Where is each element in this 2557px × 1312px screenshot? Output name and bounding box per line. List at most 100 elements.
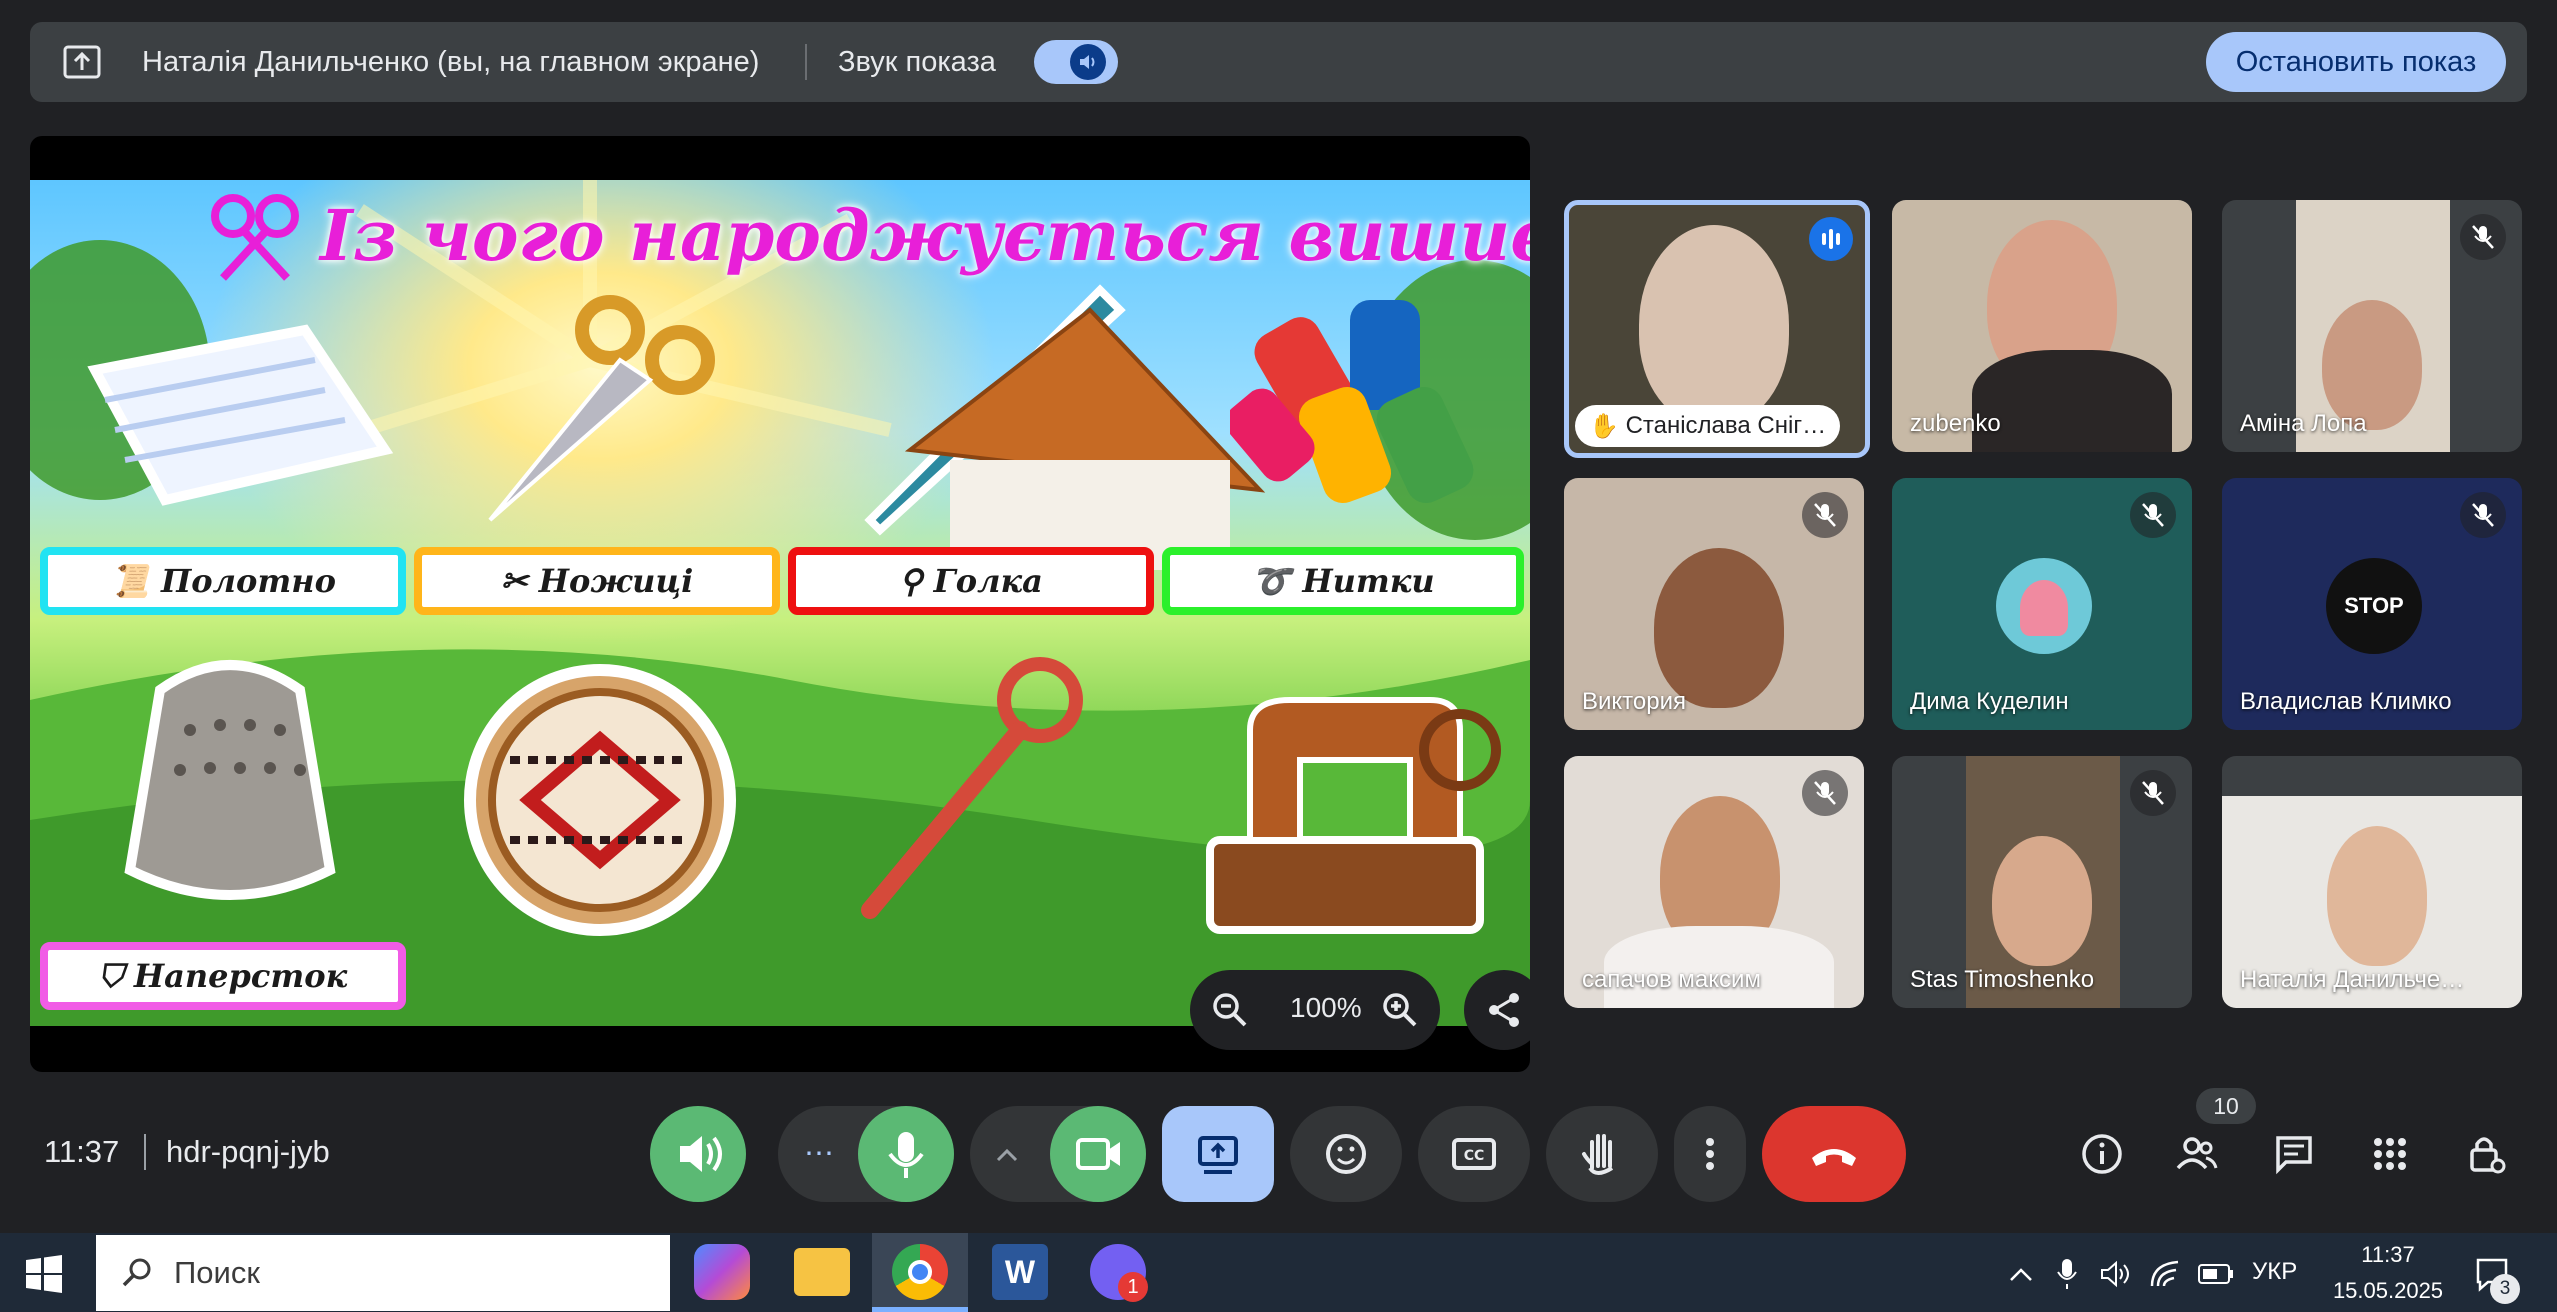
participant-tile[interactable]: Наталія Данильче… (2222, 756, 2522, 1008)
slide: Із чого народжується вишивка? 📜 Пол (30, 180, 1530, 1026)
participant-name: Виктория (1582, 688, 1687, 715)
mic-off-icon (2142, 781, 2164, 805)
fabric-illustration (87, 324, 394, 506)
participant-name: zubenko (1910, 410, 2001, 437)
system-date[interactable]: 15.05.2025 (2318, 1278, 2458, 1304)
search-icon (122, 1258, 151, 1287)
hand-icon (1582, 1134, 1614, 1175)
banner-divider (805, 44, 807, 80)
participant-video (2327, 826, 2427, 966)
label-needle: ⚲ Голка (788, 547, 1154, 615)
participant-video (1654, 548, 1784, 708)
captions-icon: CC (1452, 1138, 1496, 1170)
embroidery-hoop-illustration (464, 664, 736, 936)
windows-start-button[interactable] (24, 1254, 64, 1294)
word-icon[interactable]: W (992, 1244, 1048, 1300)
participant-tile[interactable]: Аміна Лопа (2222, 200, 2522, 452)
bar-divider (144, 1134, 146, 1170)
system-time[interactable]: 11:37 (2328, 1242, 2448, 1268)
viber-icon[interactable]: 1 (1090, 1244, 1148, 1302)
muted-indicator (2130, 770, 2176, 816)
muted-indicator (1802, 492, 1848, 538)
wifi-icon[interactable] (2148, 1258, 2182, 1290)
threads-illustration (1230, 300, 1474, 504)
people-button[interactable] (2166, 1124, 2226, 1184)
raise-hand-button[interactable] (1546, 1106, 1658, 1202)
input-language[interactable]: УКР (2252, 1258, 2297, 1286)
muted-indicator (2460, 492, 2506, 538)
participant-tile[interactable]: ✋ Станіслава Сніг… (1564, 200, 1870, 458)
audio-bars-icon (1822, 229, 1840, 249)
captions-button[interactable]: CC (1418, 1106, 1530, 1202)
more-vert-icon (1706, 1138, 1714, 1170)
slide-title: Із чого народжується вишивка? (320, 194, 1530, 277)
participant-name: Наталія Данильче… (2240, 966, 2465, 993)
label-thimble: ⛉ Наперсток (40, 942, 406, 1010)
battery-icon[interactable] (2196, 1260, 2236, 1288)
more-options-button[interactable] (1674, 1106, 1746, 1202)
mic-icon (888, 1132, 924, 1178)
meeting-code: hdr-pqnj-jyb (166, 1134, 330, 1169)
zoom-controls: 100% (1190, 970, 1440, 1050)
speaking-indicator (1809, 217, 1853, 261)
microphone-button[interactable] (858, 1106, 954, 1202)
taskbar-search-box[interactable]: Поиск (96, 1235, 670, 1311)
needle-threader-illustration (861, 657, 1083, 919)
participant-name: Владислав Климко (2240, 688, 2452, 715)
volume-icon (680, 1136, 722, 1172)
present-button[interactable] (1162, 1106, 1274, 1202)
mic-off-icon (2142, 503, 2164, 527)
file-explorer-icon[interactable] (794, 1248, 850, 1296)
leave-call-button[interactable] (1762, 1106, 1906, 1202)
zoom-in-button[interactable] (1380, 990, 1420, 1030)
more-options-icon[interactable]: ⋯ (804, 1136, 834, 1171)
toggle-knob (1070, 44, 1106, 80)
participant-tile[interactable]: STOP Владислав Климко (2222, 478, 2522, 730)
reactions-button[interactable] (1290, 1106, 1402, 1202)
presentation-sound-label: Звук показа (838, 46, 996, 78)
copilot-icon[interactable] (694, 1244, 750, 1300)
avatar-figure (2020, 580, 2068, 636)
hand-icon: ✋ (1589, 412, 1626, 440)
meeting-info-button[interactable] (2072, 1124, 2132, 1184)
emoji-icon (1326, 1134, 1366, 1174)
participant-video (1639, 225, 1789, 425)
participant-tile[interactable]: сапачов максим (1564, 756, 1864, 1008)
label-threads: ➰ Нитки (1162, 547, 1524, 615)
zoom-out-button[interactable] (1210, 990, 1250, 1030)
participant-name: Аміна Лопа (2240, 410, 2367, 437)
participant-avatar: STOP (2326, 558, 2422, 654)
camera-button[interactable] (1050, 1106, 1146, 1202)
participant-name: Stas Timoshenko (1910, 966, 2095, 993)
zoom-level: 100% (1290, 992, 1362, 1023)
host-controls-button[interactable] (2456, 1124, 2516, 1184)
participant-count-badge: 10 (2196, 1088, 2256, 1124)
notification-count: 3 (2490, 1274, 2520, 1304)
participant-tile[interactable]: Виктория (1564, 478, 1864, 730)
activities-button[interactable] (2360, 1124, 2420, 1184)
share-slide-button[interactable] (1464, 970, 1530, 1050)
participant-tile[interactable]: Дима Куделин (1892, 478, 2192, 730)
mic-icon[interactable] (2052, 1256, 2082, 1292)
chevron-up-icon[interactable] (992, 1140, 1022, 1170)
participant-tile[interactable]: Stas Timoshenko (1892, 756, 2192, 1008)
chevron-up-icon[interactable] (2006, 1260, 2036, 1290)
chrome-icon[interactable] (892, 1244, 948, 1300)
video-camera-icon (1076, 1138, 1120, 1170)
svg-text:CC: CC (1464, 1148, 1485, 1164)
meeting-time: 11:37 (44, 1134, 120, 1169)
shield-icon: ⛉ (98, 957, 134, 995)
scissors-icon: ✂ (500, 562, 539, 600)
participant-tile[interactable]: zubenko (1892, 200, 2192, 452)
thimble-illustration (124, 660, 336, 900)
speaker-button[interactable] (650, 1106, 746, 1202)
stop-presenting-button[interactable]: Остановить показ (2206, 32, 2506, 92)
speaker-icon[interactable] (2098, 1258, 2132, 1290)
mic-off-icon (2472, 503, 2494, 527)
house-illustration (904, 307, 1266, 570)
viber-badge: 1 (1118, 1272, 1148, 1302)
end-call-icon (1812, 1149, 1856, 1166)
scroll-icon: 📜 (110, 562, 162, 600)
chat-button[interactable] (2264, 1124, 2324, 1184)
search-placeholder: Поиск (174, 1255, 260, 1290)
